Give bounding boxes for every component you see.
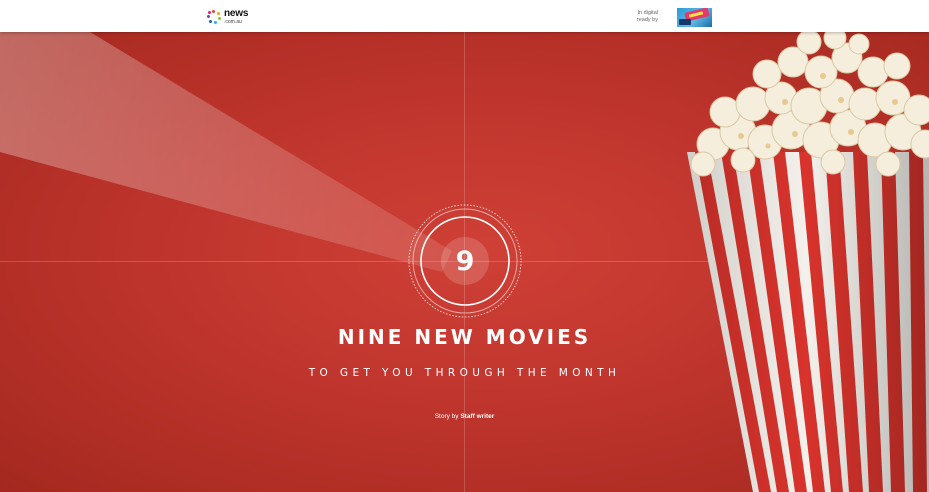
sponsor-label-line-2: ready by bbox=[636, 17, 658, 23]
sponsor-label-line-1: In digital bbox=[637, 10, 659, 16]
sponsor-label: In digital ready by bbox=[627, 10, 658, 24]
counter-number: 9 bbox=[455, 245, 475, 277]
top-bar: news .com.au In digital ready by bbox=[0, 0, 929, 32]
site-logo[interactable]: news .com.au bbox=[207, 9, 248, 25]
story-counter: 9 bbox=[407, 203, 523, 319]
popcorn-box-image bbox=[687, 32, 929, 492]
news-logo-dots-icon bbox=[207, 10, 221, 24]
logo-domain: .com.au bbox=[224, 19, 242, 25]
byline-prefix: Story by bbox=[434, 413, 459, 420]
hero-banner: 9 NINE NEW MOVIES TO GET YOU THROUGH THE… bbox=[0, 32, 929, 492]
byline-author[interactable]: Staff writer bbox=[460, 413, 494, 420]
sponsor-logo-icon[interactable] bbox=[677, 8, 712, 27]
logo-wordmark: news bbox=[224, 8, 249, 19]
